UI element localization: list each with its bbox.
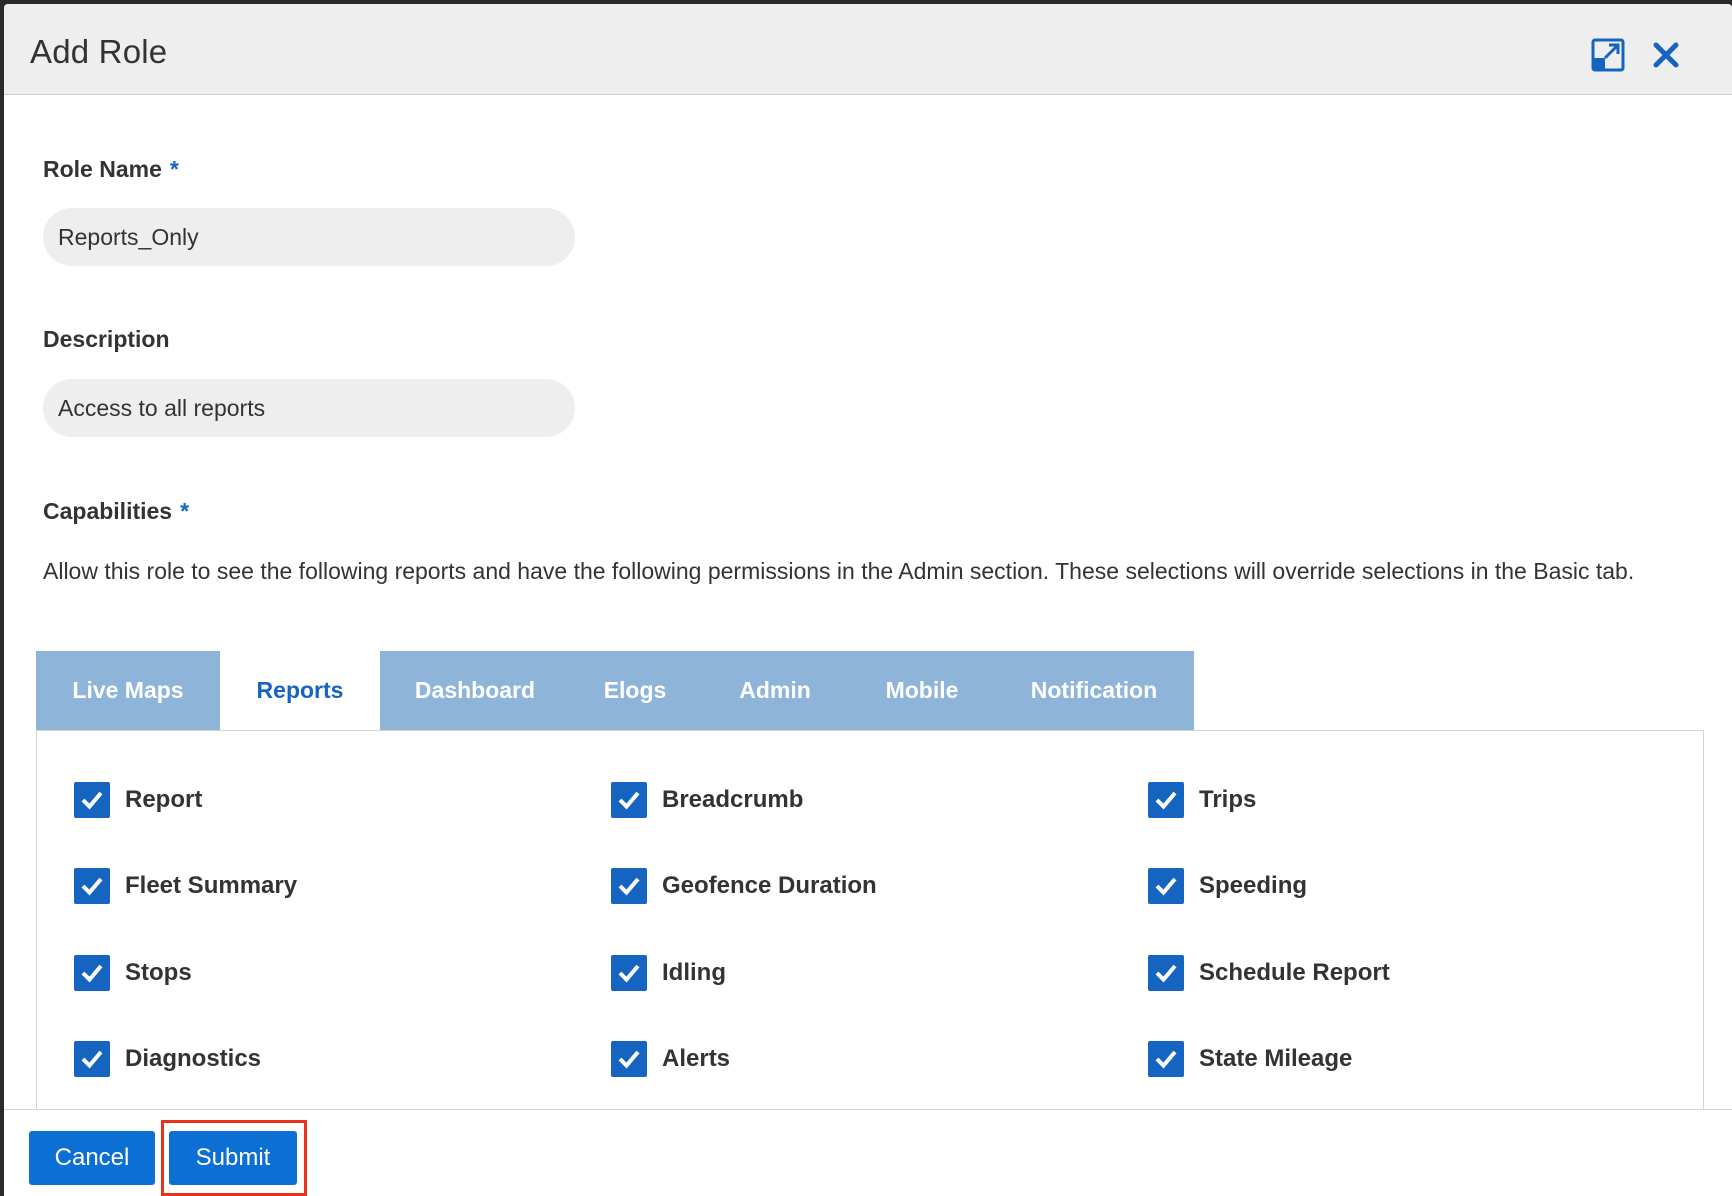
capability-schedule-report[interactable]: Schedule Report [1148, 955, 1390, 991]
description-label: Description [43, 326, 170, 352]
capability-alerts[interactable]: Alerts [611, 1041, 730, 1077]
close-icon[interactable] [1646, 35, 1686, 75]
capability-label: Geofence Duration [662, 872, 877, 899]
capability-label: Breadcrumb [662, 786, 804, 813]
dialog-title: Add Role [30, 33, 168, 70]
capability-label: Stops [125, 959, 192, 986]
capability-label: Trips [1199, 786, 1257, 813]
tab-live-maps[interactable]: Live Maps [36, 651, 220, 731]
checkbox-checked-icon[interactable] [74, 782, 110, 818]
capabilities-label: Capabilities * [43, 498, 190, 524]
capability-speeding[interactable]: Speeding [1148, 868, 1307, 904]
reports-tab-panel: Report Breadcrumb Trips Fleet Summary Ge… [36, 730, 1704, 1150]
capability-diagnostics[interactable]: Diagnostics [74, 1041, 261, 1077]
add-role-dialog: Add Role Role Name* Description Capabili… [4, 4, 1732, 1196]
checkbox-checked-icon[interactable] [74, 955, 110, 991]
capabilities-help-text: Allow this role to see the following rep… [43, 558, 1635, 584]
checkbox-checked-icon[interactable] [1148, 1041, 1184, 1077]
dialog-header: Add Role [4, 4, 1732, 95]
popout-icon[interactable] [1588, 35, 1628, 75]
capability-label: Speeding [1199, 872, 1308, 899]
capability-report[interactable]: Report [74, 782, 202, 818]
checkbox-checked-icon[interactable] [611, 1041, 647, 1077]
capability-breadcrumb[interactable]: Breadcrumb [611, 782, 803, 818]
capability-label: Diagnostics [125, 1045, 262, 1072]
capability-label: Schedule Report [1199, 959, 1390, 986]
capability-idling[interactable]: Idling [611, 955, 726, 991]
capability-trips[interactable]: Trips [1148, 782, 1256, 818]
capability-label: State Mileage [1199, 1045, 1353, 1072]
capability-label: Idling [662, 959, 726, 986]
capability-state-mileage[interactable]: State Mileage [1148, 1041, 1352, 1077]
checkbox-checked-icon[interactable] [74, 1041, 110, 1077]
tab-elogs[interactable]: Elogs [570, 651, 700, 731]
role-name-label: Role Name * [43, 156, 179, 182]
capability-label: Fleet Summary [125, 872, 298, 899]
tab-dashboard[interactable]: Dashboard [380, 651, 570, 731]
tab-mobile[interactable]: Mobile [850, 651, 994, 731]
checkbox-checked-icon[interactable] [611, 955, 647, 991]
dialog-footer: Cancel Submit [4, 1109, 1732, 1196]
submit-button[interactable]: Submit [169, 1131, 297, 1185]
description-input[interactable] [43, 379, 575, 437]
role-name-input[interactable] [43, 208, 575, 266]
required-mark: * [169, 156, 179, 182]
checkbox-checked-icon[interactable] [611, 782, 647, 818]
capabilities-tabs: Live Maps Reports Dashboard Elogs Admin … [36, 651, 1194, 731]
capability-fleet-summary[interactable]: Fleet Summary [74, 868, 297, 904]
checkbox-checked-icon[interactable] [1148, 782, 1184, 818]
checkbox-checked-icon[interactable] [74, 868, 110, 904]
capability-geofence-duration[interactable]: Geofence Duration [611, 868, 877, 904]
tab-reports[interactable]: Reports [220, 651, 380, 731]
tab-admin[interactable]: Admin [700, 651, 850, 731]
capability-label: Report [125, 786, 203, 813]
capability-stops[interactable]: Stops [74, 955, 192, 991]
cancel-button[interactable]: Cancel [29, 1131, 155, 1185]
tab-notification[interactable]: Notification [994, 651, 1194, 731]
checkbox-checked-icon[interactable] [1148, 868, 1184, 904]
checkbox-checked-icon[interactable] [1148, 955, 1184, 991]
checkbox-checked-icon[interactable] [611, 868, 647, 904]
capability-label: Alerts [662, 1045, 731, 1072]
required-mark: * [180, 498, 190, 524]
